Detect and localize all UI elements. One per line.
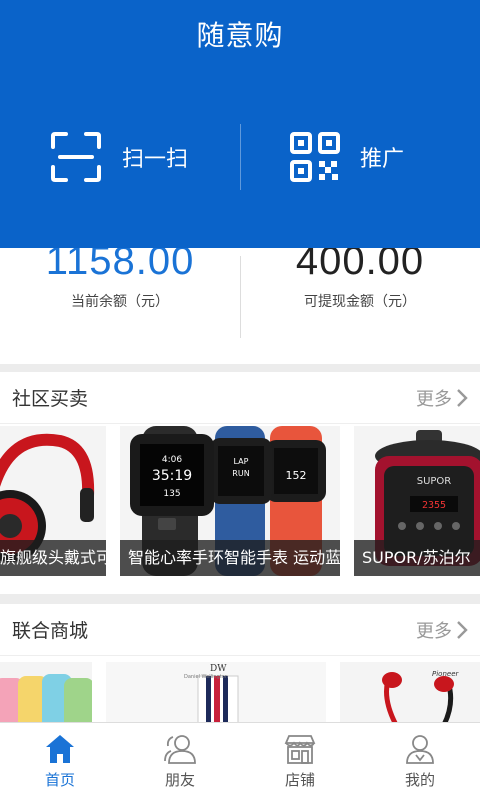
tab-home[interactable]: 首页: [0, 723, 120, 800]
mall-more-link[interactable]: 更多: [416, 617, 468, 643]
svg-text:152: 152: [286, 469, 307, 482]
community-header: 社区买卖 更多: [0, 372, 480, 424]
svg-text:SUPOR: SUPOR: [417, 476, 452, 487]
product-card[interactable]: DW Daniel Wellington: [106, 662, 326, 724]
tab-label: 店铺: [284, 771, 315, 789]
withdrawable-balance[interactable]: 400.00 可提现金额（元）: [240, 241, 480, 311]
tab-label: 我的: [404, 771, 435, 789]
svg-text:4:06: 4:06: [162, 455, 182, 465]
product-card[interactable]: Pioneer: [340, 662, 480, 724]
product-card[interactable]: SUPOR 2355 SUPOR/苏泊尔: [354, 426, 480, 576]
product-card[interactable]: [0, 662, 92, 724]
svg-text:135: 135: [163, 489, 180, 499]
promote-button[interactable]: 推广: [290, 124, 404, 190]
more-label: 更多: [416, 620, 452, 642]
product-caption: 智能心率手环智能手表 运动蓝牙: [120, 540, 340, 576]
balance-panel: 1158.00 当前余额（元） 400.00 可提现金额（元）: [0, 241, 480, 364]
header-divider: [240, 124, 241, 190]
svg-text:LAP: LAP: [234, 457, 249, 466]
mall-section: 联合商城 更多 DW Daniel Wellington Pioneer: [0, 604, 480, 724]
tab-label: 首页: [44, 771, 75, 789]
product-caption: 旗舰级头戴式可折: [0, 540, 106, 576]
withdrawable-caption: 可提现金额（元）: [304, 294, 416, 310]
friends-icon: [164, 735, 196, 764]
home-icon: [46, 735, 74, 763]
brand-subtitle: Daniel Wellington: [184, 674, 228, 680]
community-section: 社区买卖 更多 旗舰级头戴式可折 152 LAP RUN: [0, 372, 480, 594]
svg-text:RUN: RUN: [232, 469, 249, 478]
scan-button[interactable]: 扫一扫: [50, 124, 188, 190]
scan-label: 扫一扫: [122, 147, 189, 172]
qr-code-icon: [290, 132, 340, 182]
chevron-right-icon: [457, 388, 468, 407]
bottom-tab-bar: 首页 朋友 店铺 我的: [0, 722, 480, 800]
mall-title: 联合商城: [12, 620, 89, 642]
header-bar: 随意购 扫一扫 推广: [0, 0, 480, 248]
community-title: 社区买卖: [12, 388, 89, 410]
store-icon: [284, 735, 316, 764]
brand-logo: DW: [210, 664, 227, 674]
community-more-link[interactable]: 更多: [416, 385, 468, 411]
svg-text:35:19: 35:19: [152, 468, 192, 484]
current-balance[interactable]: 1158.00 当前余额（元）: [0, 241, 240, 311]
profile-icon: [406, 735, 434, 764]
brand-logo: Pioneer: [432, 670, 459, 678]
product-card[interactable]: 152 LAP RUN 4:06 35:19 135 智能心率手环智能手表 运动…: [120, 426, 340, 576]
product-caption: SUPOR/苏泊尔: [354, 540, 480, 576]
tab-store[interactable]: 店铺: [240, 723, 360, 800]
chevron-right-icon: [457, 620, 468, 639]
tab-friends[interactable]: 朋友: [120, 723, 240, 800]
scan-icon: [51, 132, 101, 182]
svg-text:2355: 2355: [422, 500, 446, 511]
promote-label: 推广: [360, 147, 405, 172]
earphones-image: [340, 662, 480, 724]
product-card[interactable]: 旗舰级头戴式可折: [0, 426, 106, 576]
tab-profile[interactable]: 我的: [360, 723, 480, 800]
mall-header: 联合商城 更多: [0, 604, 480, 656]
page-title: 随意购: [196, 19, 284, 52]
more-label: 更多: [416, 388, 452, 410]
tab-label: 朋友: [164, 771, 195, 789]
current-balance-caption: 当前余额（元）: [71, 294, 169, 310]
power-bank-image: [0, 662, 92, 724]
